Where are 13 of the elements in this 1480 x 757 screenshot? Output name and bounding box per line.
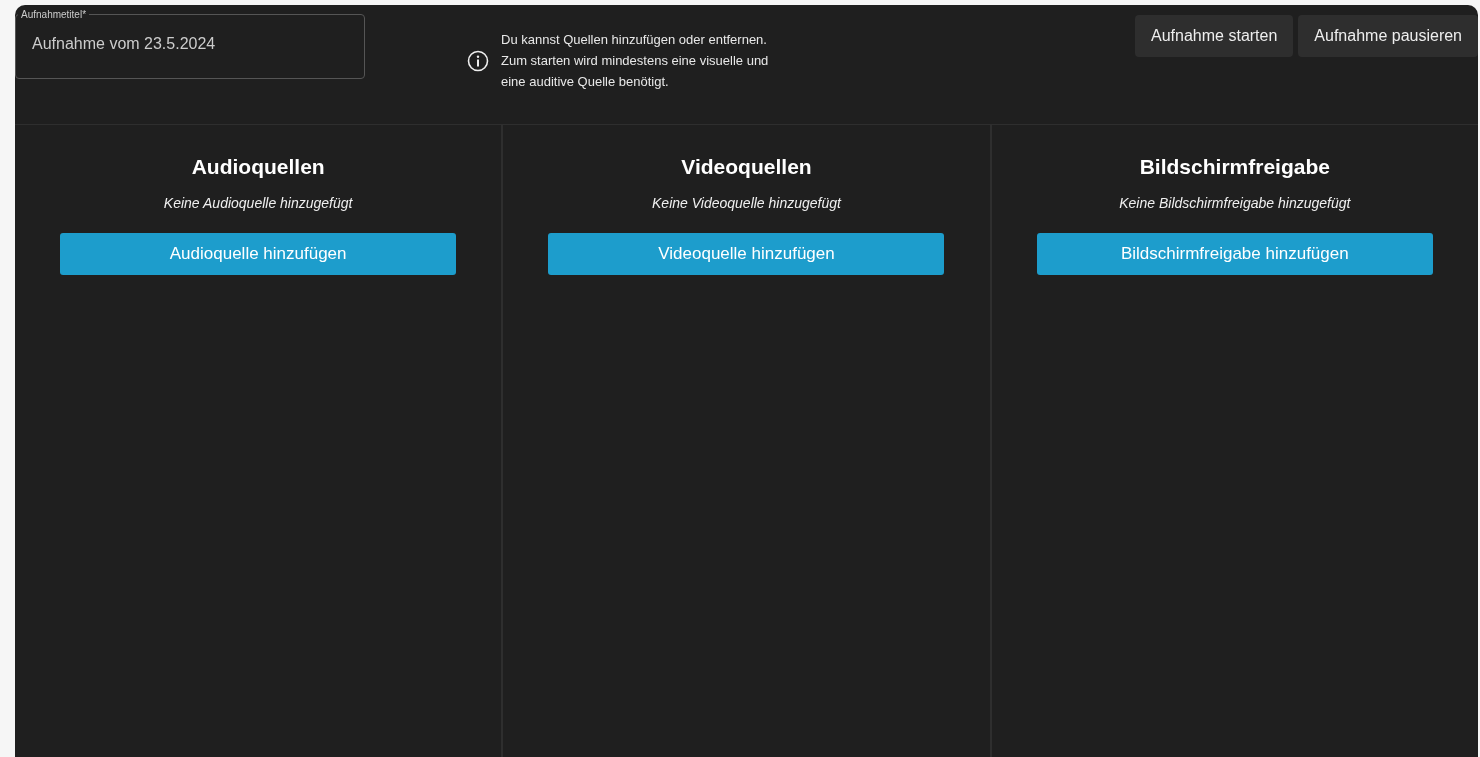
title-field[interactable]: Aufnahmetitel* Aufnahme vom 23.5.2024 bbox=[15, 9, 365, 79]
column-heading: Audioquellen bbox=[191, 155, 325, 179]
start-button[interactable]: Aufnahme starten bbox=[1135, 15, 1294, 57]
empty-message: Keine Bildschirmfreigabe hinzugefügt bbox=[1119, 195, 1351, 211]
empty-message: Keine Audioquelle hinzugefügt bbox=[163, 195, 353, 211]
column-heading: Videoquellen bbox=[681, 155, 812, 179]
empty-message: Keine Videoquelle hinzugefügt bbox=[652, 195, 841, 211]
column-heading: Bildschirmfreigabe bbox=[1139, 155, 1330, 179]
field-value: Aufnahme vom 23.5.2024 bbox=[32, 35, 216, 53]
info-icon bbox=[467, 49, 489, 72]
pause-button[interactable]: Aufnahme pausieren bbox=[1298, 15, 1478, 57]
info-text: Du kannst Quellen hinzufügen oder entfernen. Zum starten wird mindestens eine visuelle und eine auditive Quelle benötigt. bbox=[501, 31, 770, 91]
field-label: Aufnahmetitel* bbox=[20, 9, 88, 20]
